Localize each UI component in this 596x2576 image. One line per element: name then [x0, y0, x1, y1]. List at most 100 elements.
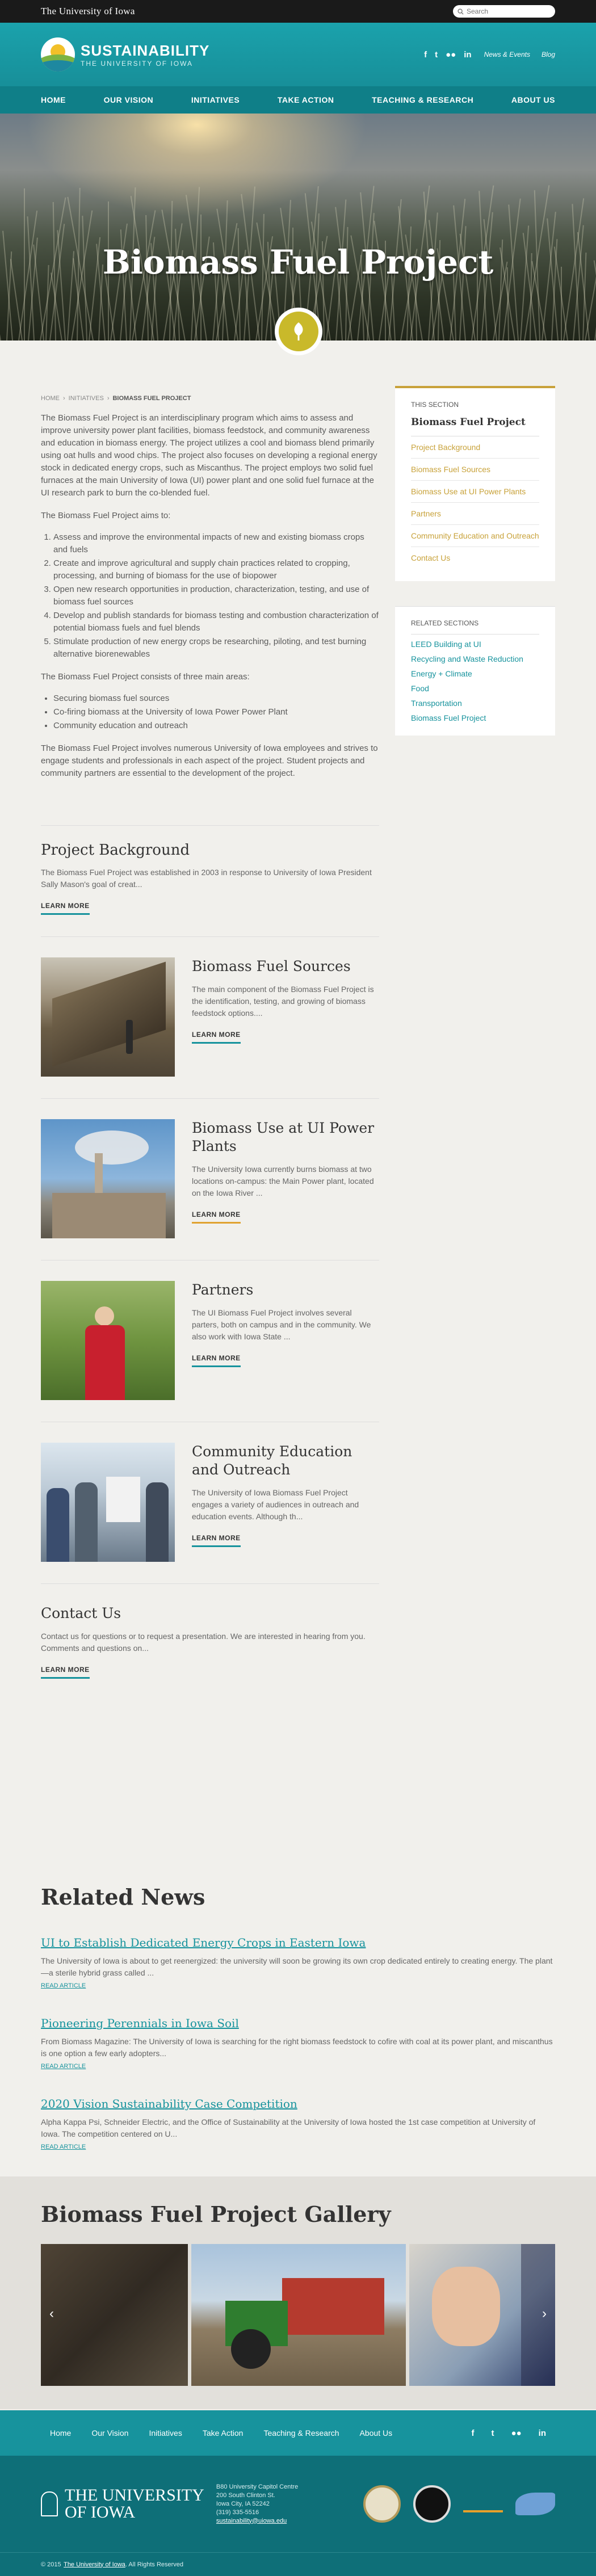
uiowa-home-link[interactable]: The University of Iowa: [41, 6, 135, 17]
card-learn-more[interactable]: LEARN MORE: [192, 1354, 241, 1367]
related-leed[interactable]: LEED Building at UI: [411, 639, 539, 649]
breadcrumb-current: BIOMASS FUEL PROJECT: [112, 395, 191, 402]
news-events-link[interactable]: News & Events: [484, 51, 530, 58]
gallery-section: Biomass Fuel Project Gallery ‹ ›: [0, 2176, 596, 2409]
arrows-logo-icon[interactable]: [463, 2495, 503, 2512]
read-article-link[interactable]: READ ARTICLE: [41, 1982, 86, 1989]
copyright-uiowa-link[interactable]: The University of Iowa: [64, 2561, 125, 2568]
gallery-image[interactable]: [191, 2244, 406, 2386]
acupcc-seal-icon[interactable]: [413, 2485, 451, 2523]
nav-home[interactable]: HOME: [41, 95, 66, 104]
footer-our-vision[interactable]: Our Vision: [91, 2428, 128, 2438]
twitter-icon[interactable]: t: [435, 50, 438, 60]
footer-about-us[interactable]: About Us: [360, 2428, 393, 2438]
search-box[interactable]: [453, 5, 555, 18]
search-input[interactable]: [467, 7, 546, 15]
sunrise-logo-icon: [41, 37, 75, 72]
list-item: Stimulate production of new energy crops…: [53, 636, 379, 661]
footer-main: THE UNIVERSITY OF IOWA B80 University Cap…: [0, 2456, 596, 2552]
areas-heading: The Biomass Fuel Project consists of thr…: [41, 672, 250, 682]
card-power-plants: Biomass Use at UI Power Plants The Unive…: [41, 1098, 379, 1238]
footer-address: B80 University Capitol Centre 200 South …: [216, 2483, 299, 2524]
contact-title: Contact Us: [41, 1605, 121, 1621]
related-news-section: Related News UI to Establish Dedicated E…: [0, 1850, 596, 2151]
gallery-next-arrow-icon[interactable]: ›: [536, 2305, 553, 2322]
logo-subtitle: THE UNIVERSITY OF IOWA: [81, 59, 194, 68]
news-excerpt: The University of Iowa is about to get r…: [41, 1956, 553, 1977]
aims-heading: The Biomass Fuel Project aims to:: [41, 511, 171, 520]
this-section-box: THIS SECTION Biomass Fuel Project Projec…: [395, 386, 555, 581]
outreach-event-image: [41, 1443, 175, 1562]
stars-seal-icon[interactable]: [363, 2485, 401, 2523]
uiowa-footer-logo[interactable]: THE UNIVERSITY OF IOWA: [41, 2487, 216, 2521]
gallery-carousel[interactable]: ‹ ›: [41, 2244, 555, 2386]
card-title: Partners: [192, 1281, 254, 1298]
breadcrumb-initiatives[interactable]: INITIATIVES: [69, 395, 104, 402]
news-item: 2020 Vision Sustainability Case Competit…: [41, 2097, 555, 2151]
flickr-icon[interactable]: ●●: [511, 2428, 522, 2438]
footer-teaching-research[interactable]: Teaching & Research: [263, 2428, 339, 2438]
related-energy[interactable]: Energy + Climate: [411, 669, 539, 679]
sidebar-item-partners[interactable]: Partners: [411, 503, 539, 525]
footer-take-action[interactable]: Take Action: [203, 2428, 244, 2438]
facebook-icon[interactable]: f: [424, 50, 427, 60]
footer-home[interactable]: Home: [50, 2428, 71, 2438]
sidebar-item-community-outreach[interactable]: Community Education and Outreach: [411, 525, 539, 547]
card-text: The main component of the Biomass Fuel P…: [192, 985, 374, 1018]
leaf-logo-icon[interactable]: [515, 2493, 555, 2515]
top-bar: The University of Iowa: [0, 0, 596, 23]
footer-initiatives[interactable]: Initiatives: [149, 2428, 182, 2438]
breadcrumb: HOME › INITIATIVES › BIOMASS FUEL PROJECT: [41, 395, 191, 402]
related-transportation[interactable]: Transportation: [411, 698, 539, 708]
sidebar-item-contact[interactable]: Contact Us: [411, 547, 539, 569]
sidebar-item-project-background[interactable]: Project Background: [411, 436, 539, 459]
card-learn-more[interactable]: LEARN MORE: [192, 1211, 241, 1224]
related-recycling[interactable]: Recycling and Waste Reduction: [411, 654, 539, 664]
nav-our-vision[interactable]: OUR VISION: [104, 95, 153, 104]
main-content: HOME › INITIATIVES › BIOMASS FUEL PROJECT Th…: [41, 341, 379, 1679]
sidebar-item-biomass-sources[interactable]: Biomass Fuel Sources: [411, 459, 539, 481]
blog-link[interactable]: Blog: [542, 51, 555, 58]
intro-paragraph: The Biomass Fuel Project is an interdisc…: [41, 413, 377, 498]
read-article-link[interactable]: READ ARTICLE: [41, 2144, 86, 2150]
sidebar-item-power-plants[interactable]: Biomass Use at UI Power Plants: [411, 481, 539, 503]
list-item: Create and improve agricultural and supp…: [53, 557, 379, 582]
site-header: SUSTAINABILITY THE UNIVERSITY OF IOWA f …: [0, 23, 596, 86]
footer-email-link[interactable]: sustainability@uiowa.edu: [216, 2518, 287, 2524]
news-title-link[interactable]: 2020 Vision Sustainability Case Competit…: [41, 2097, 297, 2111]
nav-teaching-research[interactable]: TEACHING & RESEARCH: [372, 95, 473, 104]
contact-learn-more[interactable]: LEARN MORE: [41, 1666, 90, 1679]
card-learn-more[interactable]: LEARN MORE: [192, 1534, 241, 1547]
linkedin-icon[interactable]: in: [539, 2428, 546, 2438]
facebook-icon[interactable]: f: [472, 2428, 475, 2438]
twitter-icon[interactable]: t: [492, 2428, 494, 2438]
flickr-icon[interactable]: ●●: [446, 50, 456, 60]
gallery-image[interactable]: [41, 2244, 188, 2386]
nav-about-us[interactable]: ABOUT US: [511, 95, 555, 104]
gallery-prev-arrow-icon[interactable]: ‹: [43, 2305, 60, 2322]
card-title: Community Education and Outreach: [192, 1443, 352, 1478]
breadcrumb-home[interactable]: HOME: [41, 395, 60, 402]
linkedin-icon[interactable]: in: [464, 50, 471, 60]
card-biomass-sources: Biomass Fuel Sources The main component …: [41, 936, 379, 1077]
logo-title: SUSTAINABILITY: [81, 41, 210, 59]
power-plant-image: [41, 1119, 175, 1238]
card-learn-more[interactable]: LEARN MORE: [192, 1031, 241, 1044]
background-learn-more[interactable]: LEARN MORE: [41, 902, 90, 915]
news-title-link[interactable]: Pioneering Perennials in Iowa Soil: [41, 2016, 239, 2030]
nav-initiatives[interactable]: INITIATIVES: [191, 95, 240, 104]
news-title-link[interactable]: UI to Establish Dedicated Energy Crops i…: [41, 1936, 366, 1949]
sustainability-logo[interactable]: SUSTAINABILITY THE UNIVERSITY OF IOWA: [41, 37, 209, 72]
read-article-link[interactable]: READ ARTICLE: [41, 2063, 86, 2070]
header-social: f t ●● in: [424, 50, 471, 60]
nav-take-action[interactable]: TAKE ACTION: [278, 95, 334, 104]
gallery-image[interactable]: [409, 2244, 555, 2386]
partner-field-image: [41, 1281, 175, 1400]
news-item: Pioneering Perennials in Iowa Soil From …: [41, 2016, 555, 2071]
project-background-section: Project Background The Biomass Fuel Proj…: [41, 842, 379, 915]
intro-section: The Biomass Fuel Project is an interdisc…: [41, 412, 379, 780]
sidebar: THIS SECTION Biomass Fuel Project Projec…: [395, 341, 555, 1679]
news-excerpt: From Biomass Magazine: The University of…: [41, 2037, 553, 2058]
related-biomass[interactable]: Biomass Fuel Project: [411, 713, 539, 723]
related-food[interactable]: Food: [411, 683, 539, 694]
